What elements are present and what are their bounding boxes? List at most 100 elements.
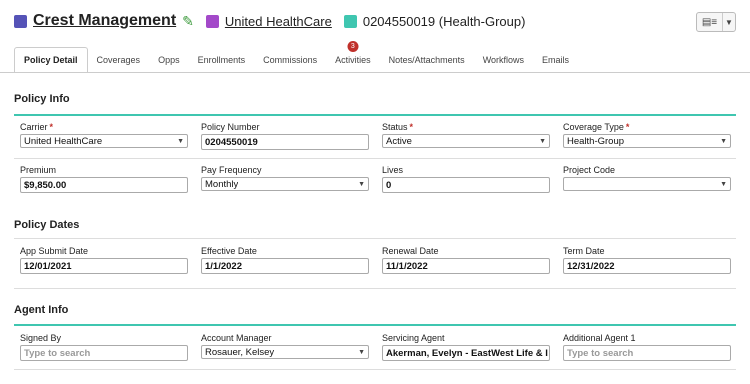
status-field: Status * Active ▼ (382, 122, 550, 148)
tab-emails[interactable]: Emails (533, 47, 578, 73)
term-date-input[interactable]: 12/31/2022 (563, 258, 731, 274)
account-manager-field: Account Manager Rosauer, Kelsey ▼ (201, 333, 369, 359)
title-color-square (14, 14, 27, 28)
additional-agent-1-search-input[interactable]: Type to search (563, 345, 731, 361)
required-marker: * (409, 122, 414, 132)
carrier-color-square (205, 14, 219, 28)
field-label: Carrier * (20, 122, 54, 132)
section-divider (14, 324, 736, 326)
renewal-date-input[interactable]: 11/1/2022 (382, 258, 550, 274)
policy-number-field: Policy Number 0204550019 (201, 122, 369, 150)
field-label: Effective Date (201, 246, 257, 256)
app-submit-date-input[interactable]: 12/01/2021 (20, 258, 188, 274)
field-label: Pay Frequency (201, 165, 262, 175)
tab-label: Emails (542, 55, 570, 65)
field-label: Signed By (20, 333, 62, 343)
field-label: Status * (382, 122, 414, 132)
coverage-type-select[interactable]: Health-Group ▼ (563, 134, 731, 148)
section-title-policy-info: Policy Info (14, 93, 70, 105)
project-code-field: Project Code ▼ (563, 165, 731, 191)
field-label: Project Code (563, 165, 616, 175)
tab-label: Workflows (482, 55, 525, 65)
section-divider (14, 114, 736, 116)
tab-activities[interactable]: 3 Activities (326, 41, 380, 73)
tab-workflows[interactable]: Workflows (474, 47, 533, 73)
servicing-agent-field: Servicing Agent Akerman, Evelyn - EastWe… (382, 333, 550, 361)
section-divider (14, 238, 736, 239)
carrier-link[interactable]: United HealthCare (225, 14, 332, 29)
field-label: App Submit Date (20, 246, 89, 256)
term-date-field: Term Date 12/31/2022 (563, 246, 731, 274)
carrier-field: Carrier * United HealthCare ▼ (20, 122, 188, 148)
signed-by-field: Signed By Type to search (20, 333, 188, 361)
policy-label: 0204550019 (Health-Group) (362, 13, 526, 29)
field-label: Lives (382, 165, 404, 175)
activities-count-badge: 3 (347, 41, 359, 52)
row-divider (14, 369, 736, 370)
select-value: Rosauer, Kelsey (205, 346, 275, 358)
tab-coverages[interactable]: Coverages (88, 47, 150, 73)
policy-color-square (343, 14, 357, 28)
caret-down-icon[interactable]: ▼ (723, 18, 735, 27)
carrier-select[interactable]: United HealthCare ▼ (20, 134, 188, 148)
field-label: Policy Number (201, 122, 260, 132)
renewal-date-field: Renewal Date 11/1/2022 (382, 246, 550, 274)
lives-field: Lives 0 (382, 165, 550, 193)
field-label: Premium (20, 165, 57, 175)
coverage-type-field: Coverage Type * Health-Group ▼ (563, 122, 731, 148)
tab-notes-attachments[interactable]: Notes/Attachments (380, 47, 474, 73)
chevron-down-icon: ▼ (358, 180, 365, 188)
project-code-select[interactable]: ▼ (563, 177, 731, 191)
view-options-button[interactable]: ▤≡ ▼ (696, 12, 736, 32)
tab-commissions[interactable]: Commissions (254, 47, 326, 73)
policy-number-input[interactable]: 0204550019 (201, 134, 369, 150)
list-icon[interactable]: ▤≡ (697, 13, 723, 31)
section-title-agent-info: Agent Info (14, 304, 69, 316)
tab-label: Activities (335, 55, 371, 65)
tab-opps[interactable]: Opps (149, 47, 189, 73)
tab-policy-detail[interactable]: Policy Detail (14, 47, 88, 73)
tab-label: Commissions (263, 55, 318, 65)
row-divider (14, 288, 736, 289)
row-divider (14, 158, 736, 159)
effective-date-field: Effective Date 1/1/2022 (201, 246, 369, 274)
lives-input[interactable]: 0 (382, 177, 550, 193)
tab-divider (0, 72, 750, 73)
select-value: Health-Group (567, 135, 625, 147)
tab-label: Opps (158, 55, 180, 65)
section-title-policy-dates: Policy Dates (14, 219, 80, 231)
select-value: Monthly (205, 178, 239, 190)
pay-frequency-field: Pay Frequency Monthly ▼ (201, 165, 369, 191)
chevron-down-icon: ▼ (358, 348, 365, 356)
account-title-link[interactable]: Crest Management (33, 12, 176, 30)
status-select[interactable]: Active ▼ (382, 134, 550, 148)
effective-date-input[interactable]: 1/1/2022 (201, 258, 369, 274)
field-label: Term Date (563, 246, 605, 256)
required-marker: * (625, 122, 630, 132)
field-label: Additional Agent 1 (563, 333, 636, 343)
app-submit-date-field: App Submit Date 12/01/2021 (20, 246, 188, 274)
servicing-agent-input[interactable]: Akerman, Evelyn - EastWest Life & I (382, 345, 550, 361)
field-label: Servicing Agent (382, 333, 445, 343)
chevron-down-icon: ▼ (539, 137, 546, 145)
chevron-down-icon: ▼ (177, 137, 184, 145)
tab-label: Notes/Attachments (388, 55, 465, 65)
tab-bar: Policy Detail Coverages Opps Enrollments… (14, 41, 578, 73)
field-label: Renewal Date (382, 246, 439, 256)
tab-label: Coverages (96, 55, 141, 65)
pay-frequency-select[interactable]: Monthly ▼ (201, 177, 369, 191)
signed-by-search-input[interactable]: Type to search (20, 345, 188, 361)
edit-pencil-icon[interactable]: ✎ (182, 13, 194, 30)
chevron-down-icon: ▼ (720, 137, 727, 145)
tab-enrollments[interactable]: Enrollments (189, 47, 255, 73)
tab-label: Policy Detail (24, 55, 78, 65)
premium-field: Premium $9,850.00 (20, 165, 188, 193)
account-manager-select[interactable]: Rosauer, Kelsey ▼ (201, 345, 369, 359)
field-label: Account Manager (201, 333, 272, 343)
tab-label: Enrollments (197, 55, 246, 65)
select-value: Active (386, 135, 412, 147)
required-marker: * (49, 122, 54, 132)
field-label: Coverage Type * (563, 122, 630, 132)
additional-agent-1-field: Additional Agent 1 Type to search (563, 333, 731, 361)
premium-input[interactable]: $9,850.00 (20, 177, 188, 193)
